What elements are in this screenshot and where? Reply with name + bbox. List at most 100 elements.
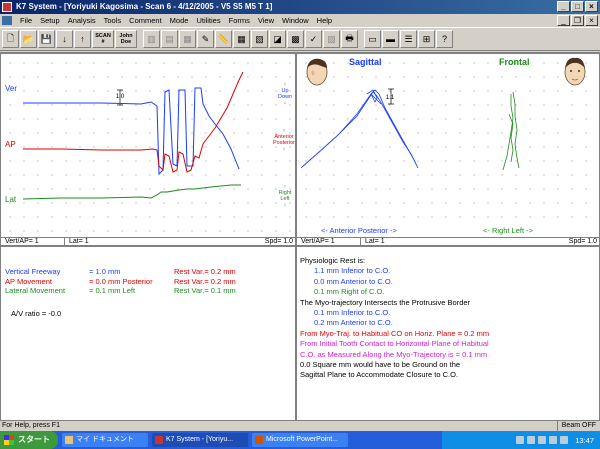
traces-lat: Lat= 1: [69, 238, 89, 245]
menu-bar: File Setup Analysis Tools Comment Mode U…: [0, 14, 600, 27]
spectrum-icon[interactable]: ▧: [251, 30, 268, 48]
measure-label-ap: AP Movement: [5, 276, 52, 286]
beam-status: Beam OFF: [556, 421, 596, 431]
histogram-icon[interactable]: ▤: [161, 30, 178, 48]
close-button[interactable]: ×: [585, 1, 598, 12]
save-disk-icon[interactable]: 💾: [38, 30, 55, 48]
windows-logo-icon: [4, 435, 14, 445]
open-folder-icon[interactable]: 📂: [20, 30, 37, 48]
tracing-icon[interactable]: ✓: [305, 30, 322, 48]
powerpoint-icon: [255, 436, 263, 444]
tray-ime-icon[interactable]: [516, 436, 525, 444]
report-line: C.O. as Measured Along the Myo-Trajector…: [300, 349, 488, 359]
task-k7-system[interactable]: K7 System - [Yoriyu...: [152, 433, 248, 447]
palette-icon[interactable]: ▦: [233, 30, 250, 48]
layout-single-icon[interactable]: ▭: [364, 30, 381, 48]
grid-view-icon[interactable]: ▩: [287, 30, 304, 48]
traces-panel: Ver AP Lat 1.0 ↑ Up Down ↓ ↑ Anterior Posteri…: [0, 53, 296, 246]
frontal-axis-label: <- Right Left ->: [483, 226, 534, 235]
menu-comment[interactable]: Comment: [125, 16, 166, 25]
measurements-panel: Vertical Freeway AP Movement Lateral Mov…: [0, 246, 296, 421]
menu-tools[interactable]: Tools: [100, 16, 126, 25]
tray-update-icon[interactable]: [560, 436, 569, 444]
menu-setup[interactable]: Setup: [36, 16, 64, 25]
report-line: 0.2 mm Anterior to C.O.: [314, 318, 393, 328]
system-tray: 13:47: [442, 431, 600, 449]
menu-file[interactable]: File: [16, 16, 36, 25]
traces-plot: [22, 71, 244, 200]
ruler-icon[interactable]: 📏: [215, 30, 232, 48]
window-title: K7 System - [Yoriyuki Kagosima - Scan 6 …: [16, 2, 273, 11]
rest-var-ap: Rest Var.= 0.2 mm: [174, 276, 236, 286]
title-bar: K7 System - [Yoriyuki Kagosima - Scan 6 …: [0, 0, 600, 14]
start-button[interactable]: スタート: [0, 431, 58, 449]
menu-utilities[interactable]: Utilities: [192, 16, 224, 25]
print-icon[interactable]: 🖶: [341, 30, 358, 48]
report-line: 0.1 mm Inferior to C.O.: [314, 308, 391, 318]
document-area: Ver AP Lat 1.0 ↑ Up Down ↓ ↑ Anterior Posteri…: [0, 52, 600, 421]
report-line: From Myo-Traj. to Habitual CO on Horiz. …: [300, 328, 490, 338]
bar-chart-icon[interactable]: ▥: [143, 30, 160, 48]
frontal-trajectory: [502, 91, 520, 171]
report-line: From Initial Tooth Contact to Horizontal…: [300, 339, 489, 349]
tray-volume-icon[interactable]: [538, 436, 547, 444]
menu-view[interactable]: View: [254, 16, 278, 25]
menu-window[interactable]: Window: [278, 16, 313, 25]
report-panel: Physiologic Rest is: 1.1 mm Inferior to C…: [296, 246, 600, 421]
maximize-button[interactable]: □: [571, 1, 584, 12]
menu-mode[interactable]: Mode: [166, 16, 193, 25]
john-doe-button[interactable]: John Doe: [115, 30, 137, 48]
measure-label-lateral: Lateral Movement: [5, 286, 66, 296]
report-line: 0.0 Square mm would have to be Ground on…: [300, 360, 461, 370]
document-icon[interactable]: [2, 16, 12, 25]
av-ratio: A/V ratio = -0.0: [11, 309, 62, 318]
arrow-up-icon[interactable]: ↑: [74, 30, 91, 48]
trajectory-vert-ap: Vert/AP= 1: [297, 238, 361, 246]
doc-minimize-button[interactable]: _: [557, 15, 570, 26]
pencil-icon[interactable]: ✎: [197, 30, 214, 48]
task-label-k7: K7 System - [Yoriyu...: [166, 436, 234, 443]
scale-bar: [117, 89, 123, 106]
start-label: スタート: [18, 435, 50, 444]
layout-stack-icon[interactable]: ☰: [400, 30, 417, 48]
sagittal-axis-label: <- Anterior Posterior ->: [321, 226, 397, 235]
lat-trace: [22, 184, 241, 200]
measure-value-ap: = 0.0 mm Posterior: [89, 276, 153, 286]
task-label-my-documents: マイ ドキュメント: [76, 436, 134, 443]
waveform-icon[interactable]: ▦: [179, 30, 196, 48]
image-icon[interactable]: ▨: [323, 30, 340, 48]
trajectory-spd: Spd= 1.0: [568, 238, 597, 245]
tray-security-icon[interactable]: [549, 436, 558, 444]
traces-spd: Spd= 1.0: [264, 238, 293, 245]
menu-forms[interactable]: Forms: [225, 16, 254, 25]
sagittal-trajectory: [300, 89, 419, 169]
task-powerpoint[interactable]: Microsoft PowerPoint...: [252, 433, 348, 447]
trajectory-status: Vert/AP= 1 Lat= 1 Spd= 1.0: [297, 237, 599, 246]
menu-analysis[interactable]: Analysis: [64, 16, 100, 25]
task-label-powerpoint: Microsoft PowerPoint...: [266, 436, 338, 443]
report-line: 0.0 mm Anterior to C.O.: [314, 276, 393, 286]
report-line: 0.1 mm Right of C.O.: [314, 287, 385, 297]
doc-close-button[interactable]: ×: [585, 15, 598, 26]
clock: 13:47: [575, 435, 594, 445]
app-icon: [2, 2, 12, 12]
report-line: 1.1 mm Inferior to C.O.: [314, 266, 391, 276]
k7-app-icon: [155, 436, 163, 444]
report-line: Sagittal Plane to Accommodate Closure to…: [300, 370, 458, 380]
tray-network-icon[interactable]: [527, 436, 536, 444]
report-line: The Myo-trajectory Intersects the Protru…: [300, 297, 471, 307]
traces-vert-ap: Vert/AP= 1: [1, 238, 65, 246]
task-my-documents[interactable]: マイ ドキュメント: [62, 433, 148, 447]
scan-number-button[interactable]: SCAN #: [92, 30, 114, 48]
doc-restore-button[interactable]: ❐: [571, 15, 584, 26]
layout-quad-icon[interactable]: ⊞: [418, 30, 435, 48]
context-help-icon[interactable]: ?: [436, 30, 453, 48]
layout-split-icon[interactable]: ▬: [382, 30, 399, 48]
arrow-down-icon[interactable]: ↓: [56, 30, 73, 48]
menu-help[interactable]: Help: [313, 16, 336, 25]
new-file-icon[interactable]: 🗋: [2, 30, 19, 48]
trajectory-plot: [300, 88, 520, 171]
measure-value-lateral: = 0.1 mm Left: [89, 286, 136, 296]
minimize-button[interactable]: _: [557, 1, 570, 12]
contact-icon[interactable]: ◪: [269, 30, 286, 48]
